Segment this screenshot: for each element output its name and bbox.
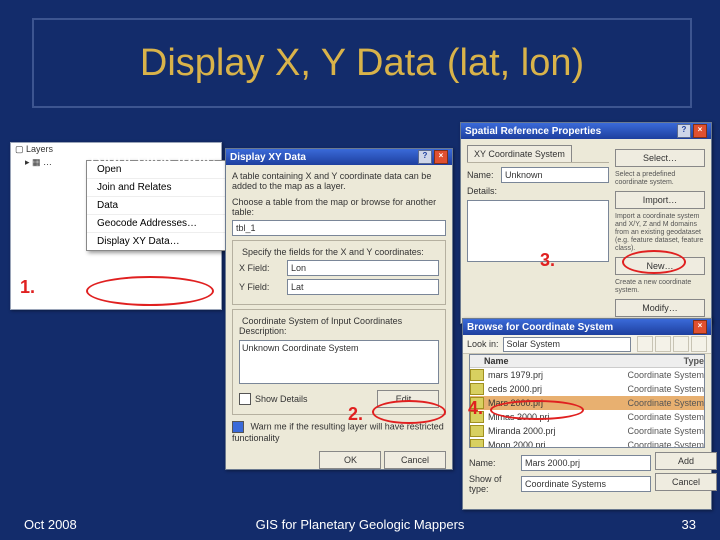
step3-number: 3. <box>540 250 555 271</box>
step4-number: 4. <box>468 398 483 419</box>
globe-icon <box>470 439 484 448</box>
srp-details-text <box>467 200 609 262</box>
srp-select-button[interactable]: Select… <box>615 149 705 167</box>
xy-fields-legend: Specify the fields for the X and Y coord… <box>239 247 427 257</box>
srp-title: Spatial Reference Properties <box>465 126 601 137</box>
display-xy-title: Display XY Data <box>230 152 306 163</box>
menu-display-xy[interactable]: Display XY Data… <box>87 233 237 250</box>
cs-desc-text: Unknown Coordinate System <box>239 340 439 384</box>
details-view-icon[interactable] <box>673 336 689 352</box>
show-details-label: Show Details <box>255 394 308 404</box>
close-icon[interactable]: × <box>693 124 707 138</box>
browse-row[interactable]: mars 1979.prjCoordinate System <box>470 368 704 382</box>
row-type: Coordinate System <box>627 440 704 448</box>
menu-geocode[interactable]: Geocode Addresses… <box>87 215 237 233</box>
lookin-label: Look in: <box>467 339 499 349</box>
col-name: Name <box>484 356 684 366</box>
step1-oval <box>86 276 214 306</box>
browse-add-button[interactable]: Add <box>655 452 717 470</box>
refresh-icon[interactable] <box>691 336 707 352</box>
srp-titlebar: Spatial Reference Properties ? × <box>461 123 711 139</box>
srp-name-label: Name: <box>467 170 501 180</box>
file-type-select[interactable]: Coordinate Systems <box>521 476 651 492</box>
browse-cancel-button[interactable]: Cancel <box>655 473 717 491</box>
srp-modify-button[interactable]: Modify… <box>615 299 705 317</box>
cs-legend: Coordinate System of Input Coordinates <box>239 316 405 326</box>
srp-import-hint: Import a coordinate system and X/Y, Z an… <box>615 213 705 253</box>
warn-checkbox[interactable] <box>232 421 244 433</box>
display-xy-titlebar: Display XY Data ? × <box>226 149 452 165</box>
globe-icon <box>470 383 484 395</box>
srp-details-label: Details: <box>467 186 609 196</box>
file-type-label: Show of type: <box>469 474 521 494</box>
step2-number: 2. <box>348 404 363 425</box>
row-type: Coordinate System <box>627 412 704 422</box>
close-icon[interactable]: × <box>434 150 448 164</box>
list-view-icon[interactable] <box>655 336 671 352</box>
up-folder-icon[interactable] <box>637 336 653 352</box>
srp-new-hint: Create a new coordinate system. <box>615 279 705 295</box>
show-details-checkbox[interactable] <box>239 393 251 405</box>
browse-row[interactable]: Miranda 2000.prjCoordinate System <box>470 424 704 438</box>
row-name: ceds 2000.prj <box>488 384 627 394</box>
row-name: Moon 2000.prj <box>488 440 627 448</box>
warn-label: Warn me if the resulting layer will have… <box>232 421 444 443</box>
row-type: Coordinate System <box>627 398 704 408</box>
row-type: Coordinate System <box>627 426 704 436</box>
close-icon[interactable]: × <box>693 320 707 334</box>
globe-icon <box>470 369 484 381</box>
browse-row[interactable]: ceds 2000.prjCoordinate System <box>470 382 704 396</box>
footer-page: 33 <box>682 517 696 532</box>
cs-desc-value: Unknown Coordinate System <box>242 343 359 353</box>
srp-tab[interactable]: XY Coordinate System <box>467 145 572 162</box>
globe-icon <box>470 425 484 437</box>
display-xy-cancel-button[interactable]: Cancel <box>384 451 446 469</box>
browse-toolbar: Look in: Solar System <box>463 335 711 354</box>
menu-data[interactable]: Data <box>87 197 237 215</box>
layers-root-label: Layers <box>26 144 53 154</box>
file-name-label: Name: <box>469 458 521 468</box>
x-field-label: X Field: <box>239 263 287 273</box>
step3-oval <box>622 250 686 274</box>
right-click-annotation: Right click table <box>90 147 216 168</box>
step4-oval <box>490 400 584 420</box>
x-field-select[interactable]: Lon <box>287 260 439 276</box>
slide-title: Display X, Y Data (lat, lon) <box>140 42 584 85</box>
file-name-input[interactable]: Mars 2000.prj <box>521 455 651 471</box>
srp-dialog: Spatial Reference Properties ? × XY Coor… <box>460 122 712 324</box>
y-field-label: Y Field: <box>239 282 287 292</box>
display-xy-ok-button[interactable]: OK <box>319 451 381 469</box>
footer-center: GIS for Planetary Geologic Mappers <box>0 517 720 532</box>
srp-name-input[interactable]: Unknown <box>501 167 609 183</box>
row-type: Coordinate System <box>627 384 704 394</box>
srp-select-hint: Select a predefined coordinate system. <box>615 171 705 187</box>
cs-desc-label: Description: <box>239 326 439 336</box>
lookin-select[interactable]: Solar System <box>503 337 631 352</box>
slide-title-frame: Display X, Y Data (lat, lon) <box>32 18 692 108</box>
table-select[interactable]: tbl_1 <box>232 220 446 236</box>
row-name: mars 1979.prj <box>488 370 627 380</box>
table-context-menu: Open Join and Relates Data Geocode Addre… <box>86 160 238 251</box>
col-type: Type <box>684 356 704 366</box>
browse-row[interactable]: Moon 2000.prjCoordinate System <box>470 438 704 448</box>
y-field-select[interactable]: Lat <box>287 279 439 295</box>
srp-import-button[interactable]: Import… <box>615 191 705 209</box>
xy-fields-group: Specify the fields for the X and Y coord… <box>232 240 446 305</box>
help-icon[interactable]: ? <box>677 124 691 138</box>
browse-titlebar: Browse for Coordinate System × <box>463 319 711 335</box>
step2-oval <box>372 400 446 424</box>
menu-joins[interactable]: Join and Relates <box>87 179 237 197</box>
cs-group: Coordinate System of Input Coordinates D… <box>232 309 446 415</box>
help-icon[interactable]: ? <box>418 150 432 164</box>
choose-table-label: Choose a table from the map or browse fo… <box>232 197 446 217</box>
browse-title: Browse for Coordinate System <box>467 322 613 333</box>
display-xy-desc: A table containing X and Y coordinate da… <box>232 171 446 191</box>
row-type: Coordinate System <box>627 370 704 380</box>
row-name: Miranda 2000.prj <box>488 426 627 436</box>
step1-number: 1. <box>20 277 35 298</box>
